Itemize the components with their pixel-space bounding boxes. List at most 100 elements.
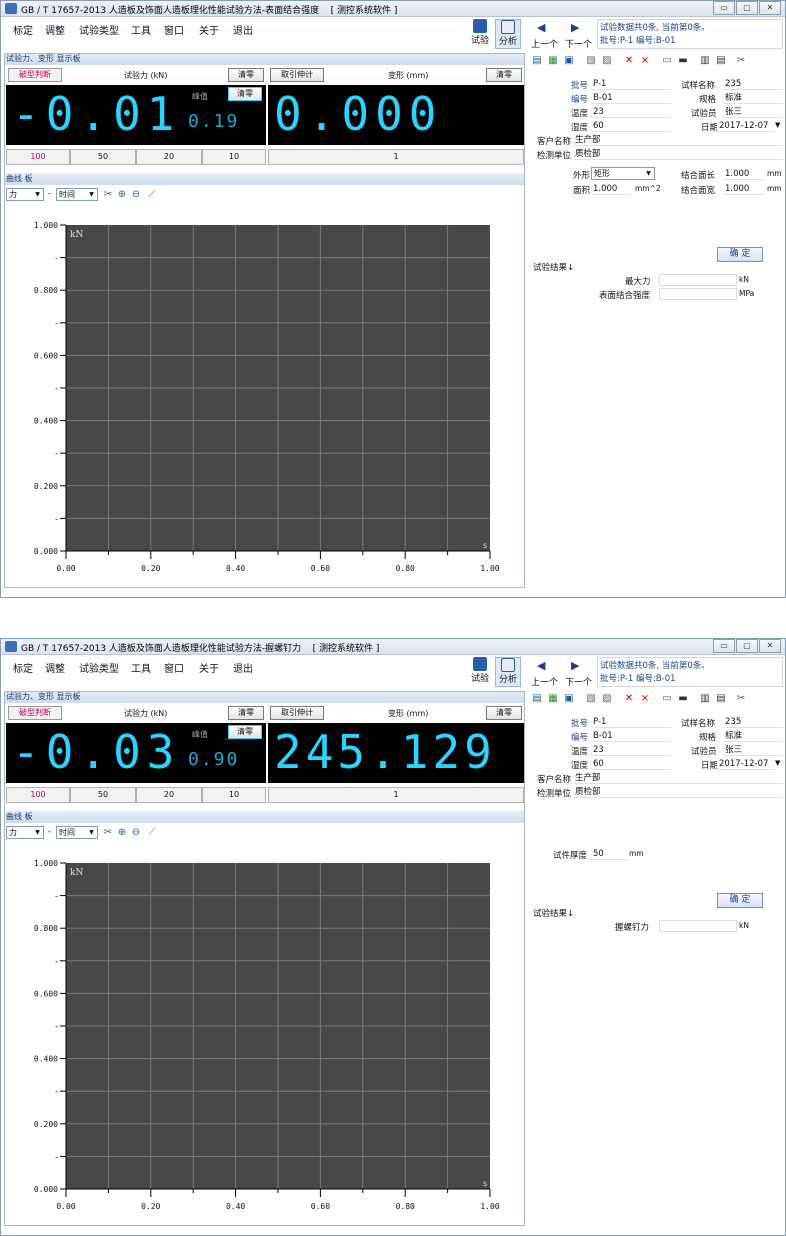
client-input[interactable]: 生产部 xyxy=(573,772,783,784)
menu-exit[interactable]: 退出 xyxy=(233,22,253,37)
humid-input[interactable]: 60 xyxy=(591,120,671,132)
analyze-mode-button[interactable]: 分析 xyxy=(495,19,521,49)
menu-window[interactable]: 窗口 xyxy=(164,660,184,675)
prev-button[interactable]: 上一个 xyxy=(531,675,558,688)
test-mode-button[interactable]: 试验 xyxy=(467,19,493,49)
delete-all-icon[interactable]: ⨯ xyxy=(639,693,651,705)
code-input[interactable]: B-01 xyxy=(591,730,671,742)
app-window-2: GB / T 17657-2013 人造板及饰面人造板理化性能试验方法-握螺钉力… xyxy=(0,638,786,1236)
shape-label: 外形 xyxy=(573,171,591,181)
spec-input[interactable]: 标准 xyxy=(723,92,783,104)
date-input[interactable]: 2017-12-07 xyxy=(717,758,775,770)
humid-input[interactable]: 60 xyxy=(591,758,671,770)
minimize-button[interactable]: ▭ xyxy=(713,639,735,653)
folder-icon[interactable]: ▭ xyxy=(661,55,673,67)
folder-icon[interactable]: ▭ xyxy=(661,693,673,705)
bond-length-input[interactable]: 1.000 xyxy=(723,168,763,180)
next-button[interactable]: 下一个 xyxy=(565,675,592,688)
result-label-screw-force: 握螺钉力 xyxy=(615,923,650,933)
new-doc-icon[interactable]: ▤ xyxy=(531,55,543,67)
import-icon[interactable]: ▣ xyxy=(563,693,575,705)
date-chevron-down-icon[interactable]: ▼ xyxy=(775,759,780,767)
next-arrow-icon[interactable]: ▶ xyxy=(571,659,579,672)
menu-adjust[interactable]: 调整 xyxy=(45,22,65,37)
menu-tools[interactable]: 工具 xyxy=(131,660,151,675)
date-input[interactable]: 2017-12-07 xyxy=(717,120,775,132)
upload-icon[interactable]: ▨ xyxy=(601,693,613,705)
prev-button[interactable]: 上一个 xyxy=(531,37,558,50)
close-button[interactable]: ✕ xyxy=(759,639,781,653)
confirm-button[interactable]: 确 定 xyxy=(717,247,763,262)
export-icon[interactable]: ▧ xyxy=(585,693,597,705)
sample-input[interactable]: 235 xyxy=(723,716,783,728)
code-input[interactable]: B-01 xyxy=(591,92,671,104)
batch-input[interactable]: P-1 xyxy=(591,716,671,728)
prev-arrow-icon[interactable]: ◀ xyxy=(537,659,545,672)
temp-input[interactable]: 23 xyxy=(591,744,671,756)
new-doc-icon[interactable]: ▤ xyxy=(531,693,543,705)
inspector-input[interactable]: 质检部 xyxy=(573,148,783,160)
menu-test-type[interactable]: 试验类型 xyxy=(79,22,119,37)
record-info: 试验数据共0条, 当前第0条。 批号:P-1 编号:B-01 xyxy=(597,657,783,687)
tester-label: 试验员 xyxy=(691,109,717,119)
result-value-max-force xyxy=(659,274,737,286)
menu-calibrate[interactable]: 标定 xyxy=(13,22,33,37)
area-input[interactable]: 1.000 xyxy=(591,183,631,195)
close-button[interactable]: ✕ xyxy=(759,1,781,15)
minimize-button[interactable]: ▭ xyxy=(713,1,735,15)
open-doc-icon[interactable]: ▦ xyxy=(547,55,559,67)
inspector-input[interactable]: 质检部 xyxy=(573,786,783,798)
thickness-unit: mm xyxy=(629,849,644,858)
delete-icon[interactable]: ✕ xyxy=(623,55,635,67)
tester-input[interactable]: 张三 xyxy=(723,106,783,118)
upload-icon[interactable]: ▨ xyxy=(601,55,613,67)
analyze-icon xyxy=(501,20,515,34)
prev-arrow-icon[interactable]: ◀ xyxy=(537,21,545,34)
menu-adjust[interactable]: 调整 xyxy=(45,660,65,675)
print-icon[interactable]: ▥ xyxy=(699,693,711,705)
sample-input[interactable]: 235 xyxy=(723,78,783,90)
maximize-button[interactable]: ▢ xyxy=(736,1,758,15)
temp-input[interactable]: 23 xyxy=(591,106,671,118)
thickness-input[interactable]: 50 xyxy=(591,848,627,860)
print-preview-icon[interactable]: ▤ xyxy=(715,693,727,705)
code-label: 编号 xyxy=(571,733,589,743)
open-doc-icon[interactable]: ▦ xyxy=(547,693,559,705)
tester-input[interactable]: 张三 xyxy=(723,744,783,756)
export-icon[interactable]: ▧ xyxy=(585,55,597,67)
menu-about[interactable]: 关于 xyxy=(199,22,219,37)
title-bar: GB / T 17657-2013 人造板及饰面人造板理化性能试验方法-表面结合… xyxy=(1,1,785,17)
print-preview-icon[interactable]: ▤ xyxy=(715,55,727,67)
import-icon[interactable]: ▣ xyxy=(563,55,575,67)
spec-input[interactable]: 标准 xyxy=(723,730,783,742)
settings-icon[interactable]: ✂ xyxy=(735,693,747,705)
inspector-label: 检测单位 xyxy=(537,789,572,799)
save-icon[interactable]: ▬ xyxy=(677,693,689,705)
menu-tools[interactable]: 工具 xyxy=(131,22,151,37)
save-icon[interactable]: ▬ xyxy=(677,55,689,67)
date-chevron-down-icon[interactable]: ▼ xyxy=(775,121,780,129)
print-icon[interactable]: ▥ xyxy=(699,55,711,67)
batch-input[interactable]: P-1 xyxy=(591,78,671,90)
test-mode-button[interactable]: 试验 xyxy=(467,657,493,687)
next-arrow-icon[interactable]: ▶ xyxy=(571,21,579,34)
confirm-button[interactable]: 确 定 xyxy=(717,893,763,908)
bond-width-input[interactable]: 1.000 xyxy=(723,183,763,195)
shape-select[interactable]: 矩形 ▼ xyxy=(591,167,655,180)
menu-calibrate[interactable]: 标定 xyxy=(13,660,33,675)
analyze-mode-button[interactable]: 分析 xyxy=(495,657,521,687)
client-input[interactable]: 生产部 xyxy=(573,134,783,146)
settings-icon[interactable]: ✂ xyxy=(735,55,747,67)
delete-icon[interactable]: ✕ xyxy=(623,693,635,705)
area-unit: mm^2 xyxy=(635,184,661,193)
menu-test-type[interactable]: 试验类型 xyxy=(79,660,119,675)
maximize-button[interactable]: ▢ xyxy=(736,639,758,653)
menu-window[interactable]: 窗口 xyxy=(164,22,184,37)
menu-about[interactable]: 关于 xyxy=(199,660,219,675)
result-unit-max-force: kN xyxy=(739,275,749,284)
record-info: 试验数据共0条, 当前第0条。 批号:P-1 编号:B-01 xyxy=(597,19,783,49)
menu-exit[interactable]: 退出 xyxy=(233,660,253,675)
next-button[interactable]: 下一个 xyxy=(565,37,592,50)
delete-all-icon[interactable]: ⨯ xyxy=(639,55,651,67)
bond-length-unit: mm xyxy=(767,169,782,178)
